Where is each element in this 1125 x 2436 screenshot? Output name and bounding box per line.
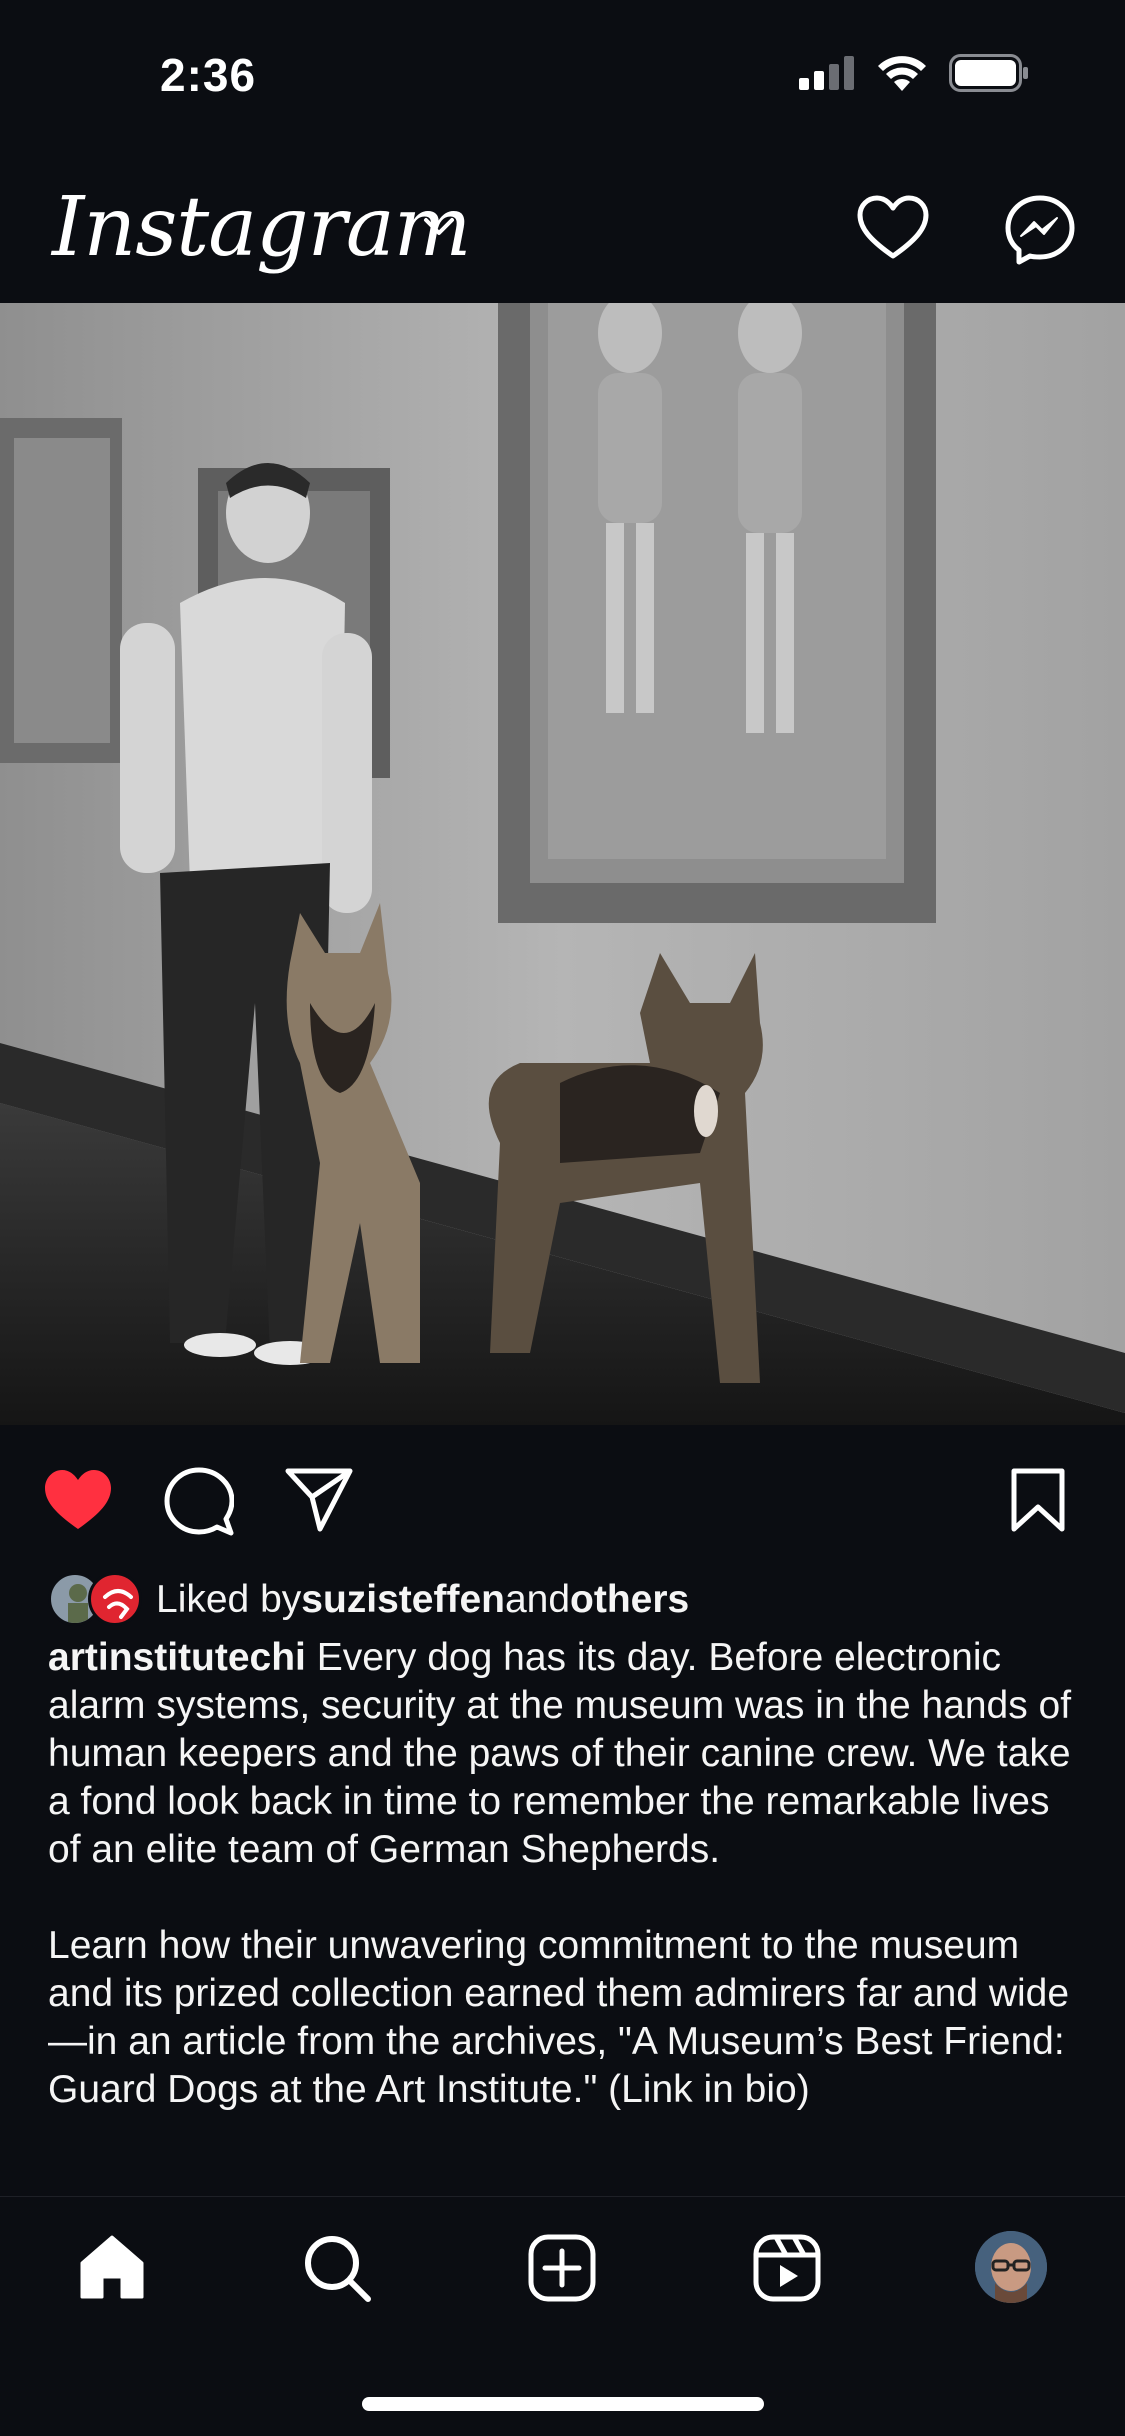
create-icon[interactable]: [527, 2233, 597, 2303]
avatar: [88, 1572, 142, 1626]
caption-author[interactable]: artinstitutechi: [48, 1636, 306, 1679]
like-heart-filled-icon[interactable]: [42, 1467, 114, 1533]
gallery-photo: [0, 303, 1125, 1425]
instagram-logo[interactable]: Instagram: [52, 180, 471, 275]
heart-icon[interactable]: [856, 194, 930, 262]
likes-summary[interactable]: Liked by suzisteffen and others: [48, 1570, 689, 1630]
home-indicator: [362, 2397, 764, 2411]
likes-others[interactable]: others: [570, 1578, 689, 1622]
liker-avatars: [48, 1572, 144, 1628]
reels-icon[interactable]: [752, 2233, 822, 2303]
share-send-icon[interactable]: [284, 1467, 354, 1533]
bookmark-icon[interactable]: [1010, 1467, 1066, 1533]
caption-paragraph-2: Learn how their unwavering commitment to…: [48, 1924, 1070, 2111]
chevron-down-icon[interactable]: [422, 216, 456, 238]
status-bar: 2:36: [0, 0, 1125, 150]
caption-viewport: artinstitutechi Every dog has its day. B…: [0, 1634, 1125, 2196]
profile-avatar[interactable]: [975, 2231, 1047, 2303]
wifi-icon: [878, 56, 926, 91]
likes-user[interactable]: suzisteffen: [301, 1578, 505, 1622]
app-header: Instagram: [0, 160, 1125, 300]
likes-middle: and: [504, 1578, 571, 1621]
status-time: 2:36: [160, 49, 257, 101]
post-photo[interactable]: [0, 303, 1125, 1425]
likes-prefix: Liked by: [156, 1578, 302, 1621]
comment-icon[interactable]: [164, 1467, 234, 1537]
signal-icon: [799, 56, 854, 90]
instagram-feed-screen: 2:36 Instagram Liked by suzisteffen and …: [0, 0, 1125, 2436]
status-icons: [799, 54, 1029, 92]
battery-icon: [949, 54, 1028, 92]
messenger-icon[interactable]: [1004, 194, 1076, 266]
caption-paragraph-1: artinstitutechi Every dog has its day. B…: [48, 1634, 1078, 1874]
search-icon[interactable]: [302, 2233, 372, 2303]
home-icon[interactable]: [78, 2233, 146, 2301]
post-caption: artinstitutechi Every dog has its day. B…: [48, 1634, 1078, 2162]
post-actions: [0, 1425, 1125, 1570]
